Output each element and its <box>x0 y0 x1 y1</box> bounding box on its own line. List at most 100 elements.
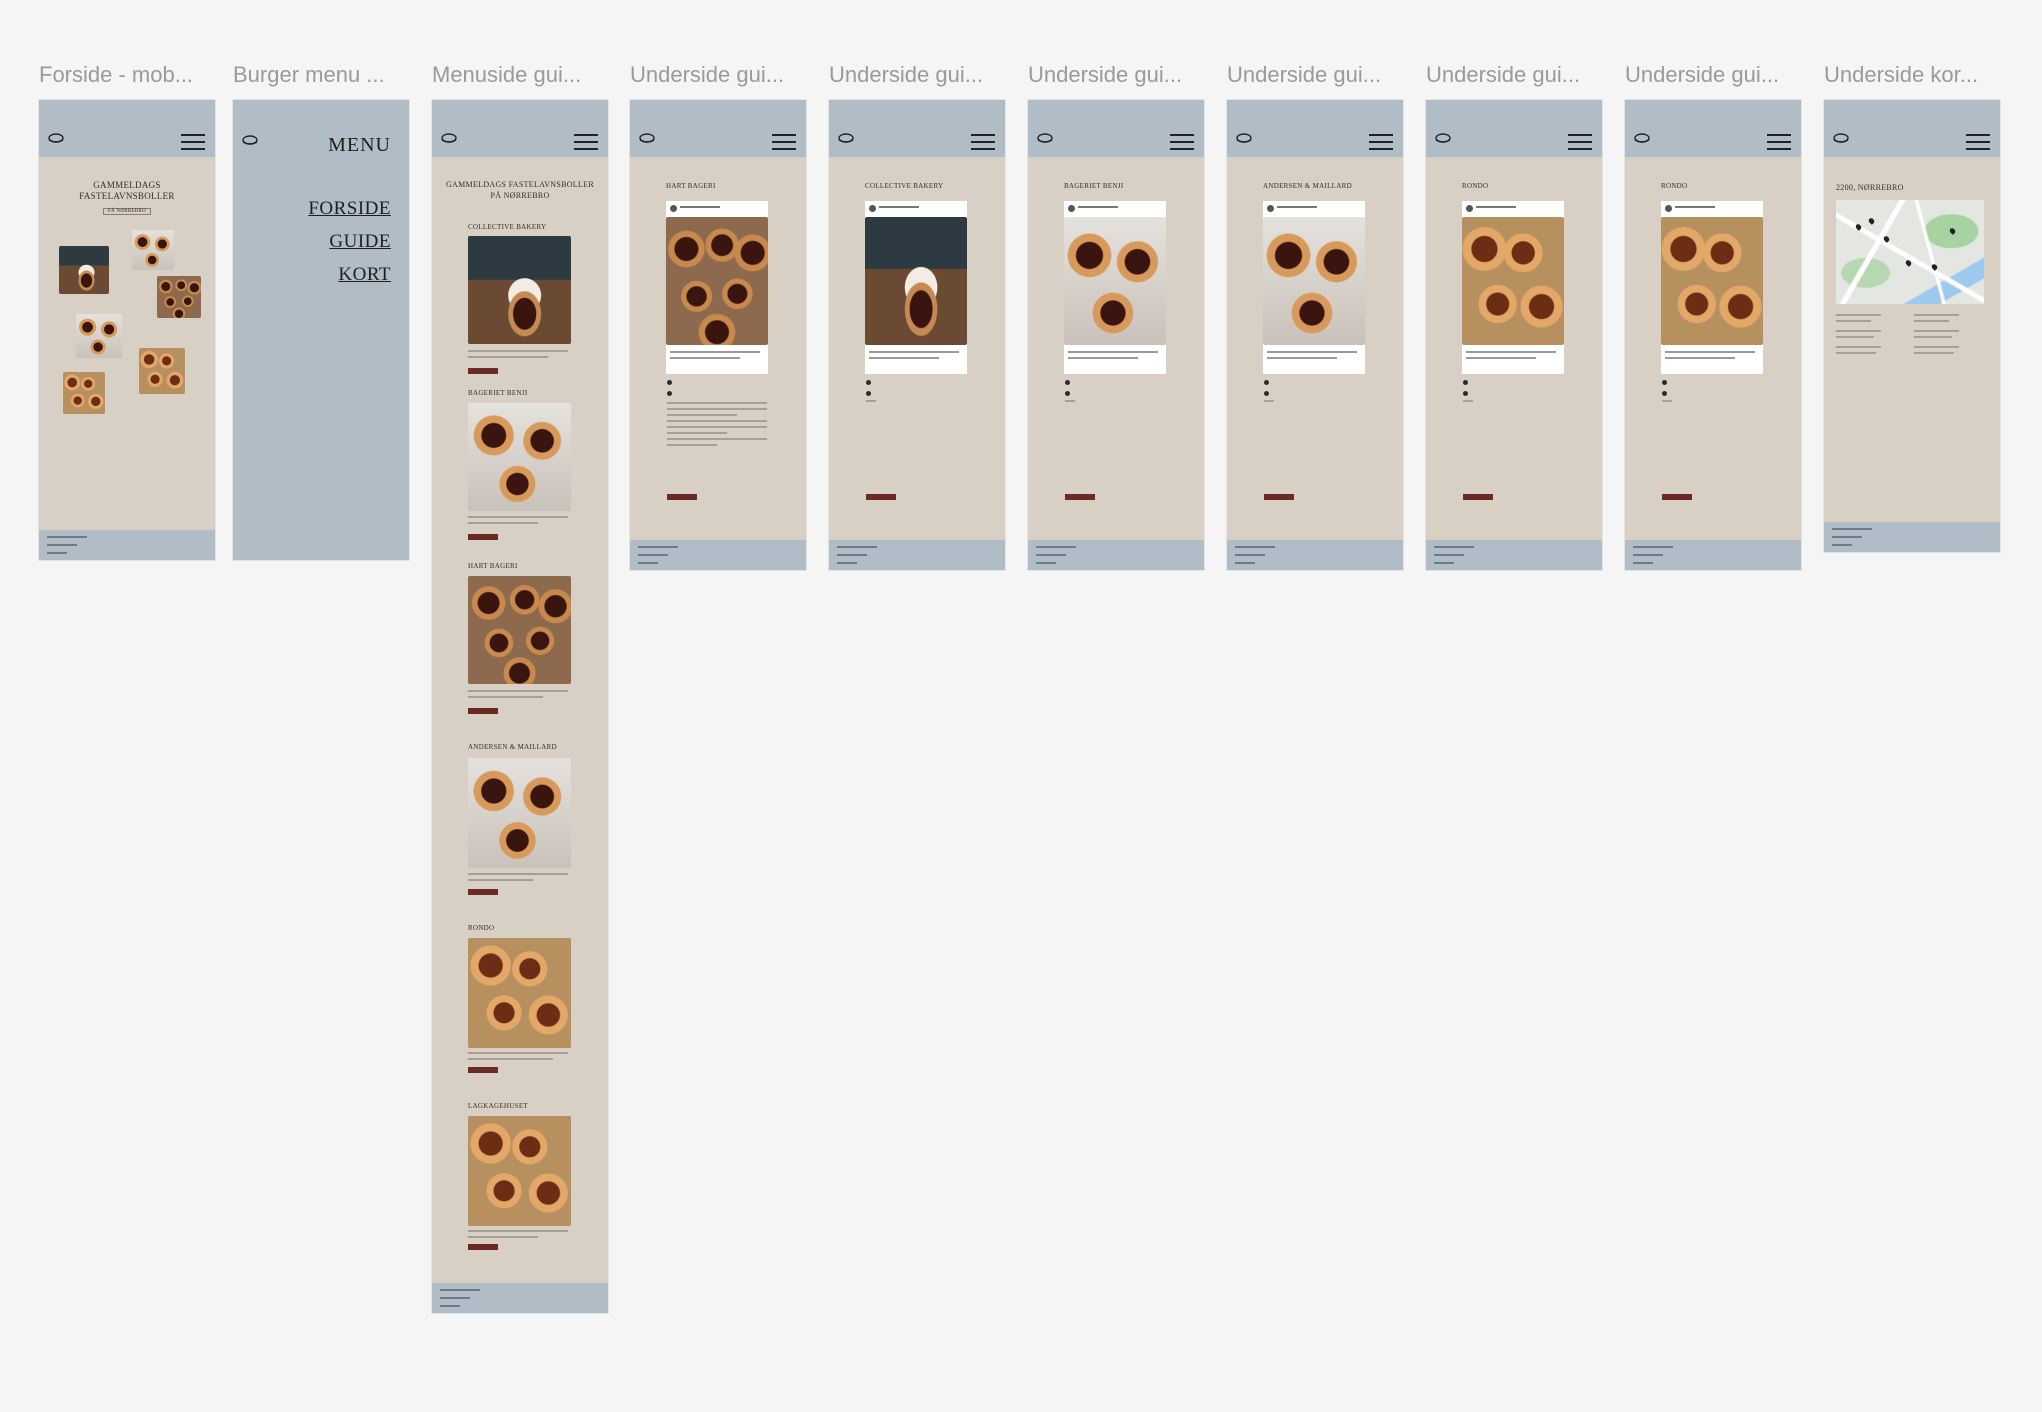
pastry-logo-icon[interactable] <box>1833 133 1849 144</box>
hamburger-menu-icon[interactable] <box>574 134 598 150</box>
pastry-logo-icon[interactable] <box>1236 133 1252 144</box>
collage-image-5[interactable] <box>139 348 185 394</box>
map-pin-icon[interactable] <box>1854 223 1863 231</box>
pastry-logo-icon[interactable] <box>639 133 655 144</box>
frame-label-underside-5[interactable]: Underside gui... <box>1426 62 1601 92</box>
frame-forside[interactable]: GAMMELDAGS FASTELAVNSBOLLER PÅ NØRREBRO <box>39 100 215 560</box>
post-image[interactable] <box>1661 217 1763 345</box>
frame-underside-collective[interactable]: COLLECTIVE BAKERY <box>829 100 1005 570</box>
site-footer <box>1824 522 2000 552</box>
section-image-collective[interactable] <box>468 236 571 344</box>
post-caption <box>869 357 939 359</box>
hamburger-menu-icon[interactable] <box>1966 134 1990 150</box>
frame-underside-benji[interactable]: BAGERIET BENJI <box>1028 100 1204 570</box>
post-image[interactable] <box>666 217 768 345</box>
collage-image-3[interactable] <box>157 276 201 318</box>
hamburger-menu-icon[interactable] <box>1170 134 1194 150</box>
read-more-button[interactable] <box>468 889 498 895</box>
site-header <box>39 100 215 157</box>
instagram-post[interactable] <box>1263 201 1365 374</box>
avatar <box>1068 205 1075 212</box>
site-footer <box>1227 540 1403 570</box>
hamburger-menu-icon[interactable] <box>971 134 995 150</box>
read-more-button[interactable] <box>468 368 498 374</box>
read-more-button[interactable] <box>468 708 498 714</box>
pastry-logo-icon[interactable] <box>838 133 854 144</box>
pastry-logo-icon[interactable] <box>242 135 258 146</box>
post-caption <box>1068 351 1158 353</box>
back-button[interactable] <box>1463 494 1493 500</box>
pastry-logo-icon[interactable] <box>48 133 64 144</box>
section-title-hart: HART BAGERI <box>468 562 518 570</box>
pastry-logo-icon[interactable] <box>441 133 457 144</box>
post-username <box>879 206 919 208</box>
back-button[interactable] <box>1065 494 1095 500</box>
menu-link-forside[interactable]: FORSIDE <box>308 198 391 220</box>
frame-menuside[interactable]: GAMMELDAGS FASTELAVNSBOLLER PÅ NØRREBRO … <box>432 100 608 1313</box>
instagram-post[interactable] <box>1462 201 1564 374</box>
frame-label-forside[interactable]: Forside - mob... <box>39 62 214 92</box>
subtitle-badge: PÅ NØRREBRO <box>102 208 152 215</box>
back-button[interactable] <box>866 494 896 500</box>
back-button[interactable] <box>1264 494 1294 500</box>
frame-label-underside-6[interactable]: Underside gui... <box>1625 62 1800 92</box>
instagram-post[interactable] <box>865 201 967 374</box>
frame-label-underside-4[interactable]: Underside gui... <box>1227 62 1402 92</box>
read-more-button[interactable] <box>468 1067 498 1073</box>
map-pin-icon[interactable] <box>1948 227 1957 235</box>
pastry-logo-icon[interactable] <box>1634 133 1650 144</box>
post-image[interactable] <box>1263 217 1365 345</box>
back-button[interactable] <box>1662 494 1692 500</box>
map-view[interactable] <box>1836 200 1984 304</box>
map-pin-icon[interactable] <box>1882 235 1891 243</box>
hamburger-menu-icon[interactable] <box>1369 134 1393 150</box>
section-image-lagkagehuset[interactable] <box>468 1116 571 1226</box>
frame-underside-hart[interactable]: HART BAGERI <box>630 100 806 570</box>
instagram-post[interactable] <box>1064 201 1166 374</box>
frame-label-underside-2[interactable]: Underside gui... <box>829 62 1004 92</box>
menu-link-guide[interactable]: GUIDE <box>329 231 391 253</box>
frame-label-burger-menu[interactable]: Burger menu ... <box>233 62 408 92</box>
frame-underside-rondo-1[interactable]: RONDO <box>1426 100 1602 570</box>
section-image-hart[interactable] <box>468 576 571 684</box>
frame-underside-kort[interactable]: 2200, NØRREBRO <box>1824 100 2000 552</box>
bakery-title: HART BAGERI <box>666 182 716 190</box>
read-more-button[interactable] <box>468 1244 498 1250</box>
body-text <box>866 400 876 406</box>
back-button[interactable] <box>667 494 697 500</box>
frame-underside-rondo-2[interactable]: RONDO <box>1625 100 1801 570</box>
site-header <box>1227 100 1403 157</box>
hamburger-menu-icon[interactable] <box>181 134 205 150</box>
frame-label-menuside[interactable]: Menuside gui... <box>432 62 607 92</box>
map-pin-icon[interactable] <box>1904 259 1913 267</box>
menu-link-kort[interactable]: KORT <box>338 264 391 286</box>
collage-image-1[interactable] <box>59 246 109 294</box>
instagram-post[interactable] <box>666 201 768 374</box>
collage-image-2[interactable] <box>132 230 174 270</box>
post-image[interactable] <box>1462 217 1564 345</box>
section-image-andersen[interactable] <box>468 758 571 868</box>
pastry-logo-icon[interactable] <box>1435 133 1451 144</box>
section-title-benji: BAGERIET BENJI <box>468 389 528 397</box>
frame-label-underside-3[interactable]: Underside gui... <box>1028 62 1203 92</box>
post-image[interactable] <box>1064 217 1166 345</box>
section-image-rondo[interactable] <box>468 938 571 1048</box>
map-pin-icon[interactable] <box>1930 263 1939 271</box>
hamburger-menu-icon[interactable] <box>772 134 796 150</box>
map-pin-icon[interactable] <box>1867 217 1876 225</box>
read-more-button[interactable] <box>468 534 498 540</box>
frame-underside-andersen[interactable]: ANDERSEN & MAILLARD <box>1227 100 1403 570</box>
instagram-post[interactable] <box>1661 201 1763 374</box>
post-image[interactable] <box>865 217 967 345</box>
hamburger-menu-icon[interactable] <box>1767 134 1791 150</box>
frame-label-underside-kort[interactable]: Underside kor... <box>1824 62 1999 92</box>
frame-label-underside-1[interactable]: Underside gui... <box>630 62 805 92</box>
collage-image-6[interactable] <box>63 372 105 414</box>
avatar <box>869 205 876 212</box>
post-caption <box>1665 351 1755 353</box>
pastry-logo-icon[interactable] <box>1037 133 1053 144</box>
hamburger-menu-icon[interactable] <box>1568 134 1592 150</box>
frame-burger-menu[interactable]: MENU FORSIDE GUIDE KORT <box>233 100 409 560</box>
collage-image-4[interactable] <box>76 314 122 358</box>
section-image-benji[interactable] <box>468 403 571 511</box>
